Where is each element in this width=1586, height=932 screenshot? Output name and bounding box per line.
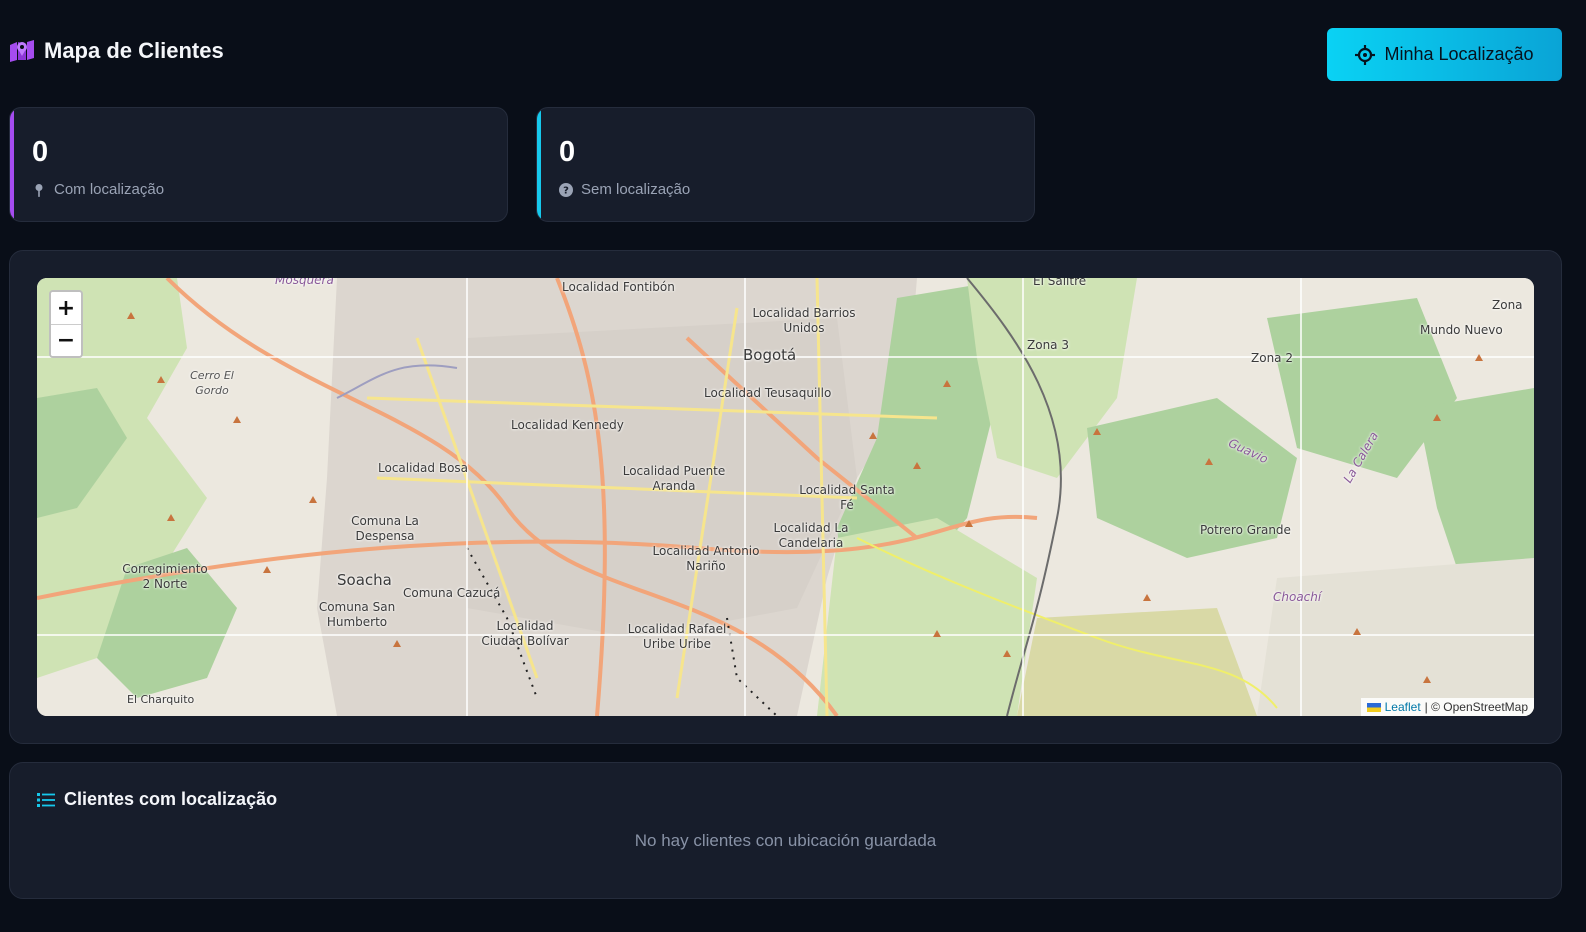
client-map[interactable]: Mosquera Localidad Fontibón Localidad Ba… <box>37 278 1534 716</box>
map-attribution: Leaflet | © OpenStreetMap <box>1360 698 1534 716</box>
map-tiles[interactable] <box>37 278 1534 716</box>
map-place-label: Zona 3 <box>1027 338 1069 352</box>
stat-value-with-location: 0 <box>32 136 49 168</box>
client-list-panel: Clientes com localização No hay clientes… <box>9 762 1562 899</box>
map-place-label: Localidad Rafael Uribe Uribe <box>627 622 727 651</box>
stat-label-without-location: ? Sem localização <box>559 181 690 198</box>
client-list-title: Clientes com localização <box>37 789 277 810</box>
map-place-label: Localidad Santa Fé <box>799 483 895 512</box>
client-list-title-text: Clientes com localização <box>64 789 278 809</box>
page-title: Mapa de Clientes <box>9 38 224 64</box>
map-location-icon <box>10 40 34 62</box>
map-place-label: Localidad Antonio Nariño <box>652 544 760 573</box>
my-location-button-label: Minha Localização <box>1384 44 1534 64</box>
map-place-label: Localidad Bosa <box>378 461 469 475</box>
crosshairs-icon <box>1355 44 1376 65</box>
map-place-label: Zona <box>1492 298 1523 312</box>
attribution-text: | © OpenStreetMap <box>1424 700 1528 714</box>
stat-card-without-location: 0 ? Sem localização <box>536 107 1035 222</box>
stat-label-text: Com localização <box>54 181 165 198</box>
map-place-label: Comuna Cazucá <box>403 586 501 600</box>
map-panel: Mosquera Localidad Fontibón Localidad Ba… <box>9 250 1562 744</box>
map-pin-icon <box>35 183 43 197</box>
map-place-label: Potrero Grande <box>1200 523 1291 537</box>
map-place-label: Comuna San Humberto <box>318 600 396 629</box>
map-place-label: Localidad Ciudad Bolívar <box>481 619 569 648</box>
map-place-label: Choachí <box>1273 590 1322 604</box>
map-place-label: Localidad Kennedy <box>511 418 624 432</box>
zoom-control: + − <box>49 290 83 358</box>
map-place-label: Cerro El Gordo <box>190 369 234 397</box>
stat-value-without-location: 0 <box>559 136 576 168</box>
question-circle-icon: ? <box>559 182 573 197</box>
page-title-text: Mapa de Clientes <box>44 38 224 63</box>
map-place-label: Localidad Fontibón <box>562 280 675 294</box>
map-place-label: Comuna La Despensa <box>351 514 419 543</box>
stat-label-with-location: Com localização <box>32 181 164 198</box>
map-place-label: El Charquito <box>127 693 195 706</box>
map-place-label: Bogotá <box>743 346 797 364</box>
ukraine-flag-icon <box>1366 702 1381 712</box>
map-place-label: El Salitre <box>1033 278 1087 288</box>
map-place-label: Localidad La Candelaria <box>773 521 849 550</box>
map-place-label: Mundo Nuevo <box>1420 323 1503 337</box>
leaflet-link[interactable]: Leaflet <box>1385 700 1421 714</box>
list-icon <box>37 792 55 807</box>
map-place-label: Mosquera <box>275 278 334 287</box>
stat-label-text: Sem localização <box>581 181 691 198</box>
stat-card-with-location: 0 Com localização <box>9 107 508 222</box>
page-header: Mapa de Clientes Minha Localização <box>9 28 1562 81</box>
svg-text:?: ? <box>563 185 569 196</box>
map-place-label: Corregimiento 2 Norte <box>122 562 208 591</box>
my-location-button[interactable]: Minha Localização <box>1327 28 1562 81</box>
map-place-label: Soacha <box>337 571 392 589</box>
empty-state-message: No hay clientes con ubicación guardada <box>634 831 937 850</box>
zoom-out-button[interactable]: − <box>51 324 81 356</box>
map-place-label: Localidad Puente Aranda <box>622 464 726 493</box>
zoom-in-button[interactable]: + <box>51 292 81 324</box>
map-place-label: Localidad Barrios Unidos <box>752 306 856 335</box>
map-place-label: Zona 2 <box>1251 351 1293 365</box>
map-place-label: Localidad Teusaquillo <box>704 386 832 400</box>
